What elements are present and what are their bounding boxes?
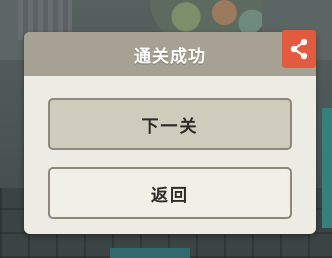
background-side-decoration [322, 108, 332, 228]
next-level-label: 下一关 [141, 116, 199, 137]
dialog-title: 通关成功 [134, 46, 206, 67]
next-level-button[interactable]: 下一关 [48, 98, 292, 150]
back-button[interactable]: 返回 [48, 167, 292, 219]
background-rug [110, 248, 190, 258]
dialog-header: 通关成功 [24, 32, 316, 76]
share-icon [289, 38, 309, 60]
back-label: 返回 [151, 185, 189, 206]
share-button[interactable] [282, 30, 316, 68]
level-complete-dialog: 通关成功 下一关 返回 [24, 30, 316, 234]
